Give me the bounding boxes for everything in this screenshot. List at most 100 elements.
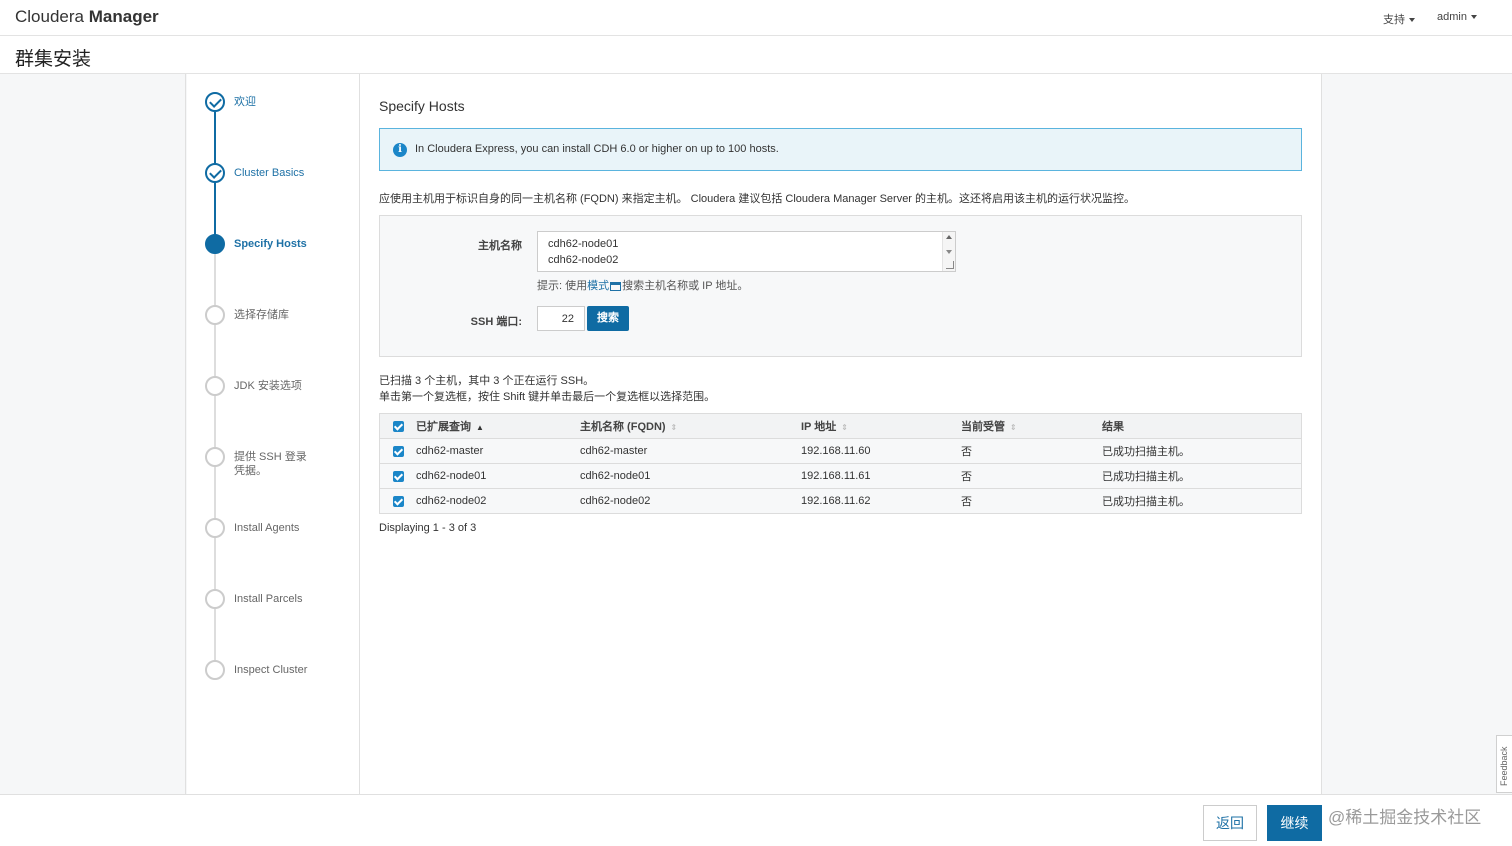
row-checkbox[interactable] (393, 445, 404, 457)
column-header-label: 当前受管 (961, 421, 1005, 433)
right-gutter (1322, 74, 1512, 794)
new-window-icon[interactable] (610, 281, 622, 291)
step-pending-icon (205, 589, 225, 609)
info-alert: i In Cloudera Express, you can install C… (379, 128, 1302, 171)
step-pending-icon (205, 447, 225, 467)
table-row[interactable]: cdh62-node02 cdh62-node02 192.168.11.62 … (379, 488, 1302, 514)
sort-icon: ⇕ (1010, 422, 1017, 432)
select-all-checkbox[interactable] (393, 420, 404, 432)
chevron-down-icon (1409, 18, 1416, 23)
step-welcome[interactable]: 欢迎 (205, 92, 345, 112)
cell-ip: 192.168.11.62 (795, 488, 955, 514)
table-row[interactable]: cdh62-node01 cdh62-node01 192.168.11.61 … (379, 463, 1302, 489)
hint-suffix: 搜索主机名称或 IP 地址。 (622, 280, 749, 292)
cell-ip: 192.168.11.60 (795, 438, 955, 464)
brand-logo[interactable]: Cloudera Manager (15, 7, 159, 27)
ssh-port-label: SSH 端口: (470, 316, 522, 328)
pattern-link[interactable]: 模式 (587, 280, 609, 292)
scroll-down-icon[interactable] (946, 250, 952, 254)
scan-summary: 已扫描 3 个主机，其中 3 个正在运行 SSH。 单击第一个复选框，按住 Sh… (379, 373, 715, 405)
hosts-table: 已扩展查询 ▲ 主机名称 (FQDN) ⇕ IP 地址 ⇕ 当前受管 ⇕ 结果 cdh6… (379, 413, 1302, 514)
step-specify-hosts: Specify Hosts (205, 234, 345, 254)
left-gutter (0, 74, 186, 794)
scan-instruction-text: 单击第一个复选框，按住 Shift 键并单击最后一个复选框以选择范围。 (379, 391, 716, 403)
step-label: Cluster Basics (234, 167, 305, 179)
back-button[interactable]: 返回 (1203, 805, 1257, 841)
cell-fqdn: cdh62-master (574, 438, 795, 464)
step-ssh-credentials: 提供 SSH 登录凭据。 (205, 447, 315, 478)
row-checkbox[interactable] (393, 495, 404, 507)
column-header-ip[interactable]: IP 地址 ⇕ (795, 413, 955, 439)
row-select-cell (379, 438, 410, 464)
row-checkbox[interactable] (393, 470, 404, 482)
cell-result: 已成功扫描主机。 (1096, 438, 1302, 464)
sort-icon: ⇕ (670, 422, 678, 432)
hint-prefix: 提示: 使用 (537, 280, 588, 292)
column-header-expanded-query[interactable]: 已扩展查询 ▲ (410, 413, 574, 439)
sort-asc-icon: ▲ (476, 422, 484, 432)
step-label: 选择存储库 (234, 309, 289, 321)
hostname-textarea[interactable]: cdh62-node01 cdh62-node02 (537, 231, 956, 272)
brand-name-bold: Manager (88, 7, 159, 26)
watermark: @稀土掘金技术社区 (1328, 808, 1482, 827)
brand-name-light: Cloudera (15, 7, 84, 26)
step-label: Install Agents (234, 522, 300, 534)
continue-button[interactable]: 继续 (1267, 805, 1322, 841)
select-all-cell (379, 413, 410, 439)
main-area: 欢迎 Cluster Basics Specify Hosts 选择存储库 JD… (0, 74, 1512, 794)
step-install-parcels: Install Parcels (205, 589, 345, 609)
step-install-agents: Install Agents (205, 518, 345, 538)
cell-managed: 否 (955, 463, 1096, 489)
table-row[interactable]: cdh62-master cdh62-master 192.168.11.60 … (379, 438, 1302, 464)
step-pending-icon (205, 660, 225, 680)
step-active-icon (205, 234, 225, 254)
resize-grip-icon[interactable] (946, 261, 954, 269)
host-search-form: 主机名称 cdh62-node01 cdh62-node02 提示: 使用模式搜… (379, 215, 1302, 357)
hostname-line: cdh62-node02 (548, 254, 619, 266)
scroll-up-icon[interactable] (946, 235, 952, 239)
step-cluster-basics[interactable]: Cluster Basics (205, 163, 345, 183)
row-select-cell (379, 488, 410, 514)
column-header-label: IP 地址 (801, 421, 837, 433)
step-label: Inspect Cluster (234, 664, 308, 676)
sort-icon: ⇕ (841, 422, 848, 432)
content-panel: Specify Hosts i In Cloudera Express, you… (360, 74, 1322, 794)
step-pending-icon (205, 518, 225, 538)
hostname-label: 主机名称 (478, 240, 522, 252)
table-header-row: 已扩展查询 ▲ 主机名称 (FQDN) ⇕ IP 地址 ⇕ 当前受管 ⇕ 结果 (379, 413, 1302, 439)
step-check-icon (205, 163, 225, 183)
hostname-hint: 提示: 使用模式 搜索主机名称或 IP 地址。 (537, 277, 748, 293)
column-header-fqdn[interactable]: 主机名称 (FQDN) ⇕ (574, 413, 795, 439)
step-select-repository: 选择存储库 (205, 305, 345, 325)
user-menu-label: admin (1437, 11, 1467, 23)
pagination-summary: Displaying 1 - 3 of 3 (379, 522, 477, 534)
top-nav: 支持 admin (1383, 11, 1477, 27)
ssh-port-input[interactable]: 22 (537, 306, 585, 331)
step-label: Install Parcels (234, 593, 303, 605)
step-label: 提供 SSH 登录凭据。 (234, 451, 307, 477)
row-select-cell (379, 463, 410, 489)
hosts-description: 应使用主机用于标识自身的同一主机名称 (FQDN) 来指定主机。 Clouder… (379, 193, 1136, 205)
step-check-icon (205, 92, 225, 112)
step-label: Specify Hosts (234, 238, 307, 250)
column-header-managed[interactable]: 当前受管 ⇕ (955, 413, 1096, 439)
column-header-label: 结果 (1102, 421, 1124, 433)
search-button[interactable]: 搜索 (587, 306, 629, 331)
scan-result-text: 已扫描 3 个主机，其中 3 个正在运行 SSH。 (379, 375, 595, 387)
cell-fqdn: cdh62-node01 (574, 463, 795, 489)
feedback-tab[interactable]: Feedback (1496, 735, 1512, 793)
section-title: Specify Hosts (379, 98, 465, 114)
textarea-scrollbar[interactable] (942, 232, 955, 271)
page-title: 群集安装 (15, 49, 92, 70)
step-label: 欢迎 (234, 96, 256, 108)
support-menu-label: 支持 (1383, 14, 1406, 26)
cell-result: 已成功扫描主机。 (1096, 488, 1302, 514)
feedback-label: Feedback (1499, 746, 1509, 786)
cell-expanded-query: cdh62-node02 (410, 488, 574, 514)
step-inspect-cluster: Inspect Cluster (205, 660, 345, 680)
wizard-steps: 欢迎 Cluster Basics Specify Hosts 选择存储库 JD… (187, 74, 360, 794)
support-menu[interactable]: 支持 (1383, 11, 1416, 27)
cell-managed: 否 (955, 488, 1096, 514)
page-header: 群集安装 (0, 36, 1512, 74)
user-menu[interactable]: admin (1437, 11, 1477, 27)
